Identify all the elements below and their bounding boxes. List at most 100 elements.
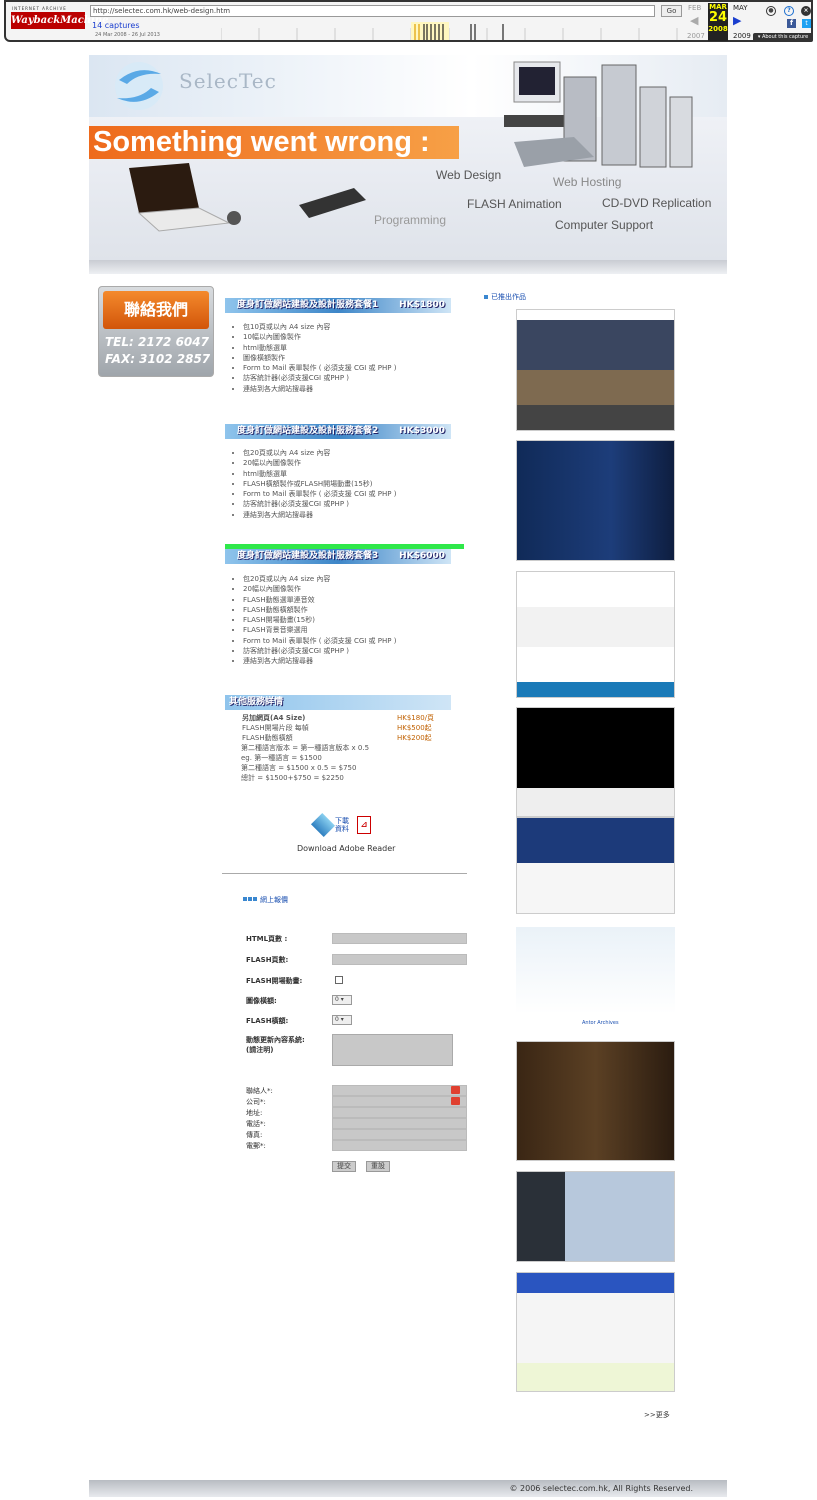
wayback-logo[interactable]: WaybackMachine: [11, 12, 108, 29]
about-capture-label: About this capture: [761, 34, 809, 40]
pdf-icon[interactable]: ⊿: [357, 816, 371, 834]
portfolio-thumb[interactable]: [516, 440, 675, 561]
feature-item: 連結到各大網站搜尋器: [243, 656, 396, 666]
feature-item: 10幅以內圖像製作: [243, 332, 396, 342]
plan-1-features: 包10頁或以內 A4 size 內容 10幅以內圖像製作 html動態選單 圖像…: [243, 322, 396, 394]
other-row-label: 另加網頁(A4 Size): [242, 714, 306, 722]
other-row-price: HK$200起: [397, 734, 432, 742]
download-icon[interactable]: [310, 812, 336, 838]
site-logo[interactable]: SelecTec: [179, 69, 277, 93]
feature-item: 圖像橫額製作: [243, 353, 396, 363]
plan-3-header: 度身訂做網站建設及設計服務套餐3 HK$6000: [225, 549, 451, 564]
facebook-icon[interactable]: f: [787, 19, 796, 28]
feature-item: 訪客統計器(必須支援CGI 或PHP ): [243, 646, 396, 656]
feature-item: html動態選單: [243, 469, 396, 479]
keyboard-image: [299, 188, 366, 218]
feature-item: FLASH動態橫額製作: [243, 605, 396, 615]
twitter-icon[interactable]: t: [802, 19, 811, 28]
company-input[interactable]: [332, 1096, 467, 1107]
next-year[interactable]: 2009: [733, 32, 751, 40]
download-link[interactable]: 下載資料: [335, 817, 353, 833]
image-banner-label: 圖像橫額:: [246, 997, 277, 1005]
laptop-image: [129, 163, 241, 232]
html-pages-input[interactable]: [332, 933, 467, 944]
portfolio-caption[interactable]: Antor Archives: [582, 1020, 619, 1026]
feature-item: 訪客統計器(必須支援CGI 或PHP ): [243, 499, 396, 509]
next-month[interactable]: MAY: [733, 4, 748, 12]
plan-1-price: HK$1800: [399, 300, 445, 310]
divider: [222, 873, 467, 874]
feature-item: 連結到各大網站搜尋器: [243, 384, 396, 394]
user-icon[interactable]: ●: [766, 6, 776, 16]
flash-banner-select[interactable]: 0 ▾: [332, 1015, 352, 1025]
fax-input[interactable]: [332, 1129, 467, 1140]
quote-title: 網上報價: [260, 896, 288, 904]
contact-fax: FAX: 3102 2857: [105, 352, 211, 366]
autofill-icon[interactable]: [451, 1086, 460, 1094]
help-icon[interactable]: ?: [784, 6, 794, 16]
prev-year[interactable]: 2007: [687, 32, 705, 40]
feature-item: FLASH背景音樂選用: [243, 625, 396, 635]
plan-2-title: 度身訂做網站建設及設計服務套餐2: [237, 426, 379, 436]
portfolio-thumb[interactable]: [516, 1171, 675, 1262]
portfolio-thumb[interactable]: [516, 927, 675, 1014]
flash-pages-input[interactable]: [332, 954, 467, 965]
url-input[interactable]: http://selectec.com.hk/web-design.htm: [90, 5, 655, 17]
captures-link[interactable]: 14 captures: [92, 21, 140, 30]
service-web-design: Web Design: [436, 168, 502, 182]
reset-button[interactable]: 重設: [366, 1161, 390, 1172]
image-banner-select[interactable]: 0 ▾: [332, 995, 352, 1005]
plan-3-features: 包20頁或以內 A4 size 內容 20幅以內圖像製作 FLASH動態選單連音…: [243, 574, 396, 667]
feature-item: Form to Mail 表單製作 ( 必須支援 CGI 或 PHP ): [243, 363, 396, 373]
plan-1-header: 度身訂做網站建設及設計服務套餐1 HK$1800: [225, 298, 451, 313]
adobe-reader-link[interactable]: Download Adobe Reader: [297, 844, 395, 853]
portfolio-thumb[interactable]: [516, 817, 675, 914]
prev-month[interactable]: FEB: [688, 4, 701, 12]
portfolio-thumb[interactable]: [516, 309, 675, 431]
contact-person-input[interactable]: [332, 1085, 467, 1096]
service-flash-animation: FLASH Animation: [467, 197, 562, 211]
site: SelecTec Something went wrong : Web Desi…: [89, 55, 727, 1497]
feature-item: 訪客統計器(必須支援CGI 或PHP ): [243, 373, 396, 383]
flash-intro-checkbox[interactable]: [335, 976, 343, 984]
portfolio-thumb[interactable]: [516, 1041, 675, 1161]
feature-item: FLASH橫額製作或FLASH開場動畫(15秒): [243, 479, 396, 489]
more-link[interactable]: >>更多: [644, 1410, 670, 1420]
feature-item: 包20頁或以內 A4 size 內容: [243, 448, 396, 458]
plan-2-header: 度身訂做網站建設及設計服務套餐2 HK$3000: [225, 424, 451, 439]
go-button[interactable]: Go: [661, 5, 682, 17]
address-input[interactable]: [332, 1107, 467, 1118]
contact-us-button[interactable]: 聯絡我們: [103, 291, 209, 329]
capture-sparkline[interactable]: [221, 22, 681, 40]
cms-textarea[interactable]: [332, 1034, 453, 1066]
contact-box[interactable]: 聯絡我們 TEL: 2172 6047 FAX: 3102 2857: [98, 286, 214, 377]
service-web-hosting: Web Hosting: [553, 175, 622, 189]
other-services-header: 其他服務詳情: [225, 695, 451, 710]
feature-item: 連結到各大網站搜尋器: [243, 510, 396, 520]
phone-input[interactable]: [332, 1118, 467, 1129]
portfolio-thumb[interactable]: [516, 707, 675, 817]
feature-item: Form to Mail 表單製作 ( 必須支援 CGI 或 PHP ): [243, 636, 396, 646]
autofill-icon[interactable]: [451, 1097, 460, 1105]
submit-button[interactable]: 提交: [332, 1161, 356, 1172]
other-note: 第二種語言版本 = 第一種語言版本 x 0.5: [241, 744, 370, 752]
captures-range: 24 Mar 2008 - 26 Jul 2013: [95, 32, 160, 38]
about-capture-button[interactable]: ▾ About this capture: [753, 33, 813, 42]
email-input[interactable]: [332, 1140, 467, 1151]
portfolio-thumb[interactable]: [516, 1272, 675, 1392]
next-arrow-icon[interactable]: ▶: [733, 14, 741, 27]
bullet-icon: [484, 295, 488, 299]
other-note: eg. 第一種語言 = $1500: [241, 754, 322, 762]
company-label: 公司*:: [246, 1098, 266, 1106]
prev-arrow-icon[interactable]: ◀: [690, 14, 698, 27]
wayback-toolbar: INTERNET ARCHIVE WaybackMachine http://s…: [4, 0, 813, 42]
flash-banner-label: FLASH橫額:: [246, 1017, 289, 1025]
plan-3-title: 度身訂做網站建設及設計服務套餐3: [237, 551, 379, 561]
portfolio-thumb[interactable]: [516, 571, 675, 698]
banner-bottom-strip: [89, 260, 727, 274]
plan-2-price: HK$3000: [399, 426, 445, 436]
select-value: 0: [335, 996, 339, 1003]
close-icon[interactable]: ×: [801, 6, 811, 16]
select-value: 0: [335, 1016, 339, 1023]
cms-note: (請注明): [246, 1046, 274, 1054]
